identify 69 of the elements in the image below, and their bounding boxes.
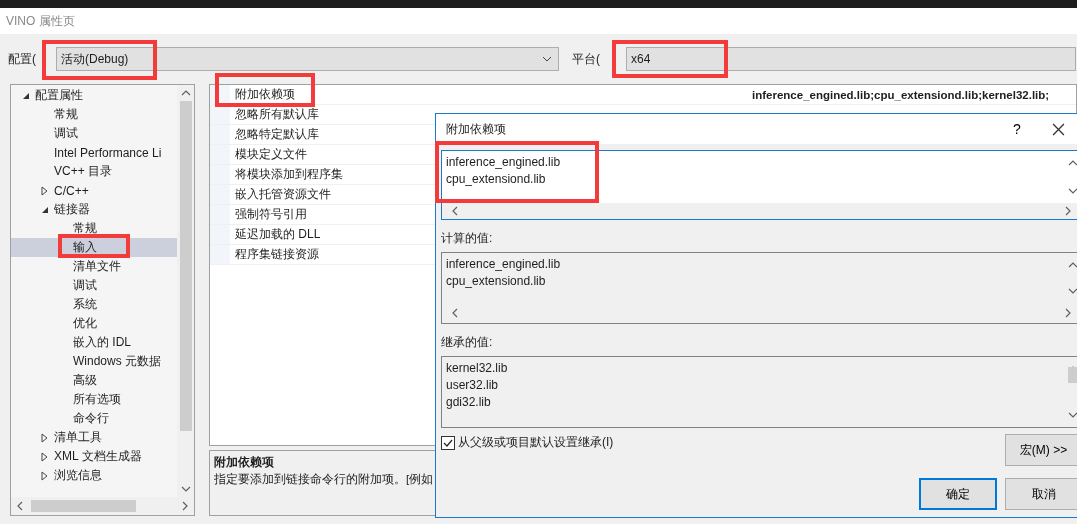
scroll-left-icon[interactable] bbox=[450, 206, 460, 216]
window-title: VINO 属性页 bbox=[6, 12, 75, 30]
tree-item[interactable]: 浏览信息 bbox=[11, 466, 177, 485]
inherit-checkbox[interactable]: 从父级或项目默认设置继承(I) bbox=[441, 434, 614, 451]
tree-item[interactable]: VC++ 目录 bbox=[11, 162, 177, 181]
computed-line: inference_engined.lib bbox=[446, 256, 562, 273]
vertical-scrollbar[interactable] bbox=[177, 85, 194, 497]
platform-label: 平台( bbox=[572, 50, 600, 68]
property-value[interactable]: inference_engined.lib;cpu_extensiond.lib;kernel32.lib; bbox=[748, 85, 1076, 104]
tree-item[interactable]: 命令行 bbox=[11, 409, 177, 428]
tree-item[interactable]: 常规 bbox=[11, 105, 177, 124]
tree-item[interactable]: 嵌入的 IDL bbox=[11, 333, 177, 352]
tree-item[interactable]: 常规 bbox=[11, 219, 177, 238]
config-label: 配置( bbox=[8, 50, 36, 68]
computed-values-label: 计算的值: bbox=[441, 230, 494, 247]
scroll-right-icon[interactable] bbox=[180, 501, 190, 511]
description-title: 附加依赖项 bbox=[214, 455, 275, 470]
property-name[interactable]: 附加依赖项 bbox=[230, 85, 748, 104]
tree-item[interactable]: 调试 bbox=[11, 124, 177, 143]
collapsed-arrow-icon[interactable] bbox=[40, 451, 50, 462]
scroll-up-icon[interactable] bbox=[180, 88, 191, 98]
edit-line: inference_engined.lib bbox=[446, 154, 562, 171]
tree-item[interactable]: 配置属性 bbox=[11, 86, 177, 105]
horizontal-scrollbar[interactable] bbox=[11, 497, 194, 515]
scroll-up-icon[interactable] bbox=[1067, 158, 1077, 168]
inherited-values-label: 继承的值: bbox=[441, 334, 494, 351]
help-button[interactable]: ? bbox=[1002, 120, 1032, 138]
tree-item[interactable]: XML 文档生成器 bbox=[11, 447, 177, 466]
tree-item[interactable]: C/C++ bbox=[11, 181, 177, 200]
macro-button[interactable]: 宏(M) >> bbox=[1005, 434, 1077, 466]
tree-item[interactable]: 清单文件 bbox=[11, 257, 177, 276]
scroll-right-icon[interactable] bbox=[1063, 308, 1073, 318]
ok-button[interactable]: 确定 bbox=[919, 478, 997, 510]
scroll-down-icon[interactable] bbox=[1067, 186, 1077, 196]
tree-item[interactable]: 高级 bbox=[11, 371, 177, 390]
edit-line: cpu_extensiond.lib bbox=[446, 171, 547, 188]
tree-item[interactable]: 系统 bbox=[11, 295, 177, 314]
collapsed-arrow-icon[interactable] bbox=[40, 470, 50, 481]
scrollbar-thumb[interactable] bbox=[179, 101, 192, 431]
description-text: 指定要添加到链接命令行的附加项。[例如 bbox=[214, 472, 435, 487]
scroll-left-icon[interactable] bbox=[450, 308, 460, 318]
tree-item[interactable]: 调试 bbox=[11, 276, 177, 295]
dialog-title: 附加依赖项 bbox=[446, 120, 507, 138]
scrollbar-thumb[interactable] bbox=[31, 500, 136, 512]
scroll-down-icon[interactable] bbox=[1067, 286, 1077, 296]
computed-line: cpu_extensiond.lib bbox=[446, 273, 547, 290]
tree-item[interactable]: 优化 bbox=[11, 314, 177, 333]
inherited-line: user32.lib bbox=[446, 377, 500, 394]
inherited-line: gdi32.lib bbox=[446, 394, 492, 411]
tree-item[interactable]: 所有选项 bbox=[11, 390, 177, 409]
inherited-line: kernel32.lib bbox=[446, 360, 509, 377]
scroll-left-icon[interactable] bbox=[15, 501, 25, 511]
scrollbar-thumb[interactable] bbox=[1067, 367, 1077, 383]
collapsed-arrow-icon[interactable] bbox=[40, 185, 50, 196]
dropdown-caret-icon[interactable] bbox=[542, 56, 552, 62]
scroll-right-icon[interactable] bbox=[1063, 206, 1073, 216]
tree-item[interactable]: Intel Performance Li bbox=[11, 143, 177, 162]
platform-dropdown[interactable]: x64 bbox=[626, 47, 1076, 71]
tree-item[interactable]: Windows 元数据 bbox=[11, 352, 177, 371]
tree-item[interactable]: 链接器 bbox=[11, 200, 177, 219]
tree-item[interactable]: 清单工具 bbox=[11, 428, 177, 447]
cancel-button[interactable]: 取消 bbox=[1005, 478, 1077, 510]
scroll-down-icon[interactable] bbox=[1067, 410, 1077, 420]
config-dropdown[interactable]: 活动(Debug) bbox=[56, 47, 559, 71]
scroll-down-icon[interactable] bbox=[180, 484, 191, 494]
dependencies-edit-field[interactable]: inference_engined.lib cpu_extensiond.lib bbox=[441, 150, 1077, 220]
checkmark-icon bbox=[443, 437, 453, 448]
scroll-up-icon[interactable] bbox=[1067, 260, 1077, 270]
collapsed-arrow-icon[interactable] bbox=[40, 432, 50, 443]
